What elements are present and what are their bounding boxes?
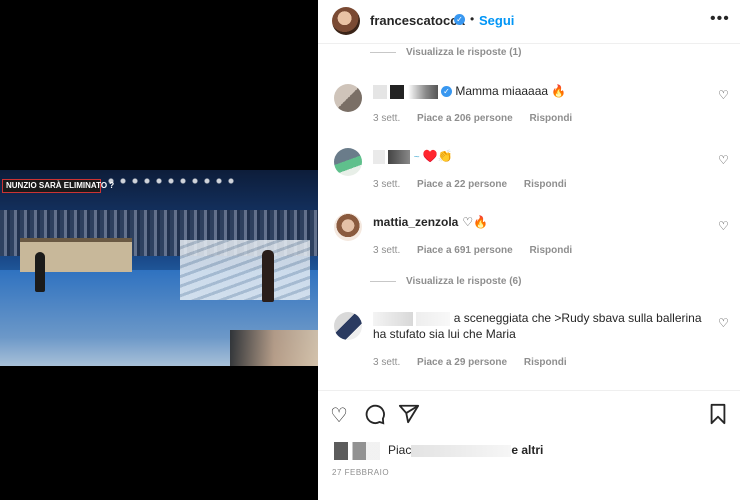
action-bar: ♡	[318, 390, 740, 436]
likes-summary[interactable]: Piac e altri	[332, 440, 732, 464]
comment-likes[interactable]: Piace a 29 persone	[417, 357, 507, 368]
comment-body: ~ ♥️👏	[373, 148, 453, 166]
heart-icon[interactable]: ♡	[718, 316, 729, 330]
person-figure	[35, 252, 45, 292]
avatar[interactable]	[334, 213, 362, 241]
reply-button[interactable]: Rispondi	[529, 113, 572, 124]
stage-lights	[105, 176, 235, 186]
view-replies-label: Visualizza le risposte (6)	[406, 276, 522, 287]
heart-icon[interactable]: ♡	[718, 219, 729, 233]
bookmark-icon[interactable]	[708, 403, 728, 431]
redacted-name	[390, 84, 405, 99]
redacted-name	[373, 84, 387, 99]
post-media: NUNZIO SARÀ ELIMINATO ?	[0, 0, 318, 500]
redacted-name	[411, 444, 512, 457]
comment-time: 3 sett.	[373, 357, 401, 368]
comment-time: 3 sett.	[373, 245, 401, 256]
comment-meta: 3 sett. Piace a 691 persone Rispondi	[373, 245, 586, 256]
redacted-name	[373, 149, 385, 164]
follow-button[interactable]: Segui	[479, 13, 514, 28]
post-header: francescatocca ✓ • Segui •••	[318, 0, 740, 44]
comment-likes[interactable]: Piace a 691 persone	[417, 245, 513, 256]
comment-meta: 3 sett. Piace a 29 persone Rispondi	[373, 357, 581, 368]
likes-prefix: Piac	[388, 443, 412, 457]
redacted-name	[416, 311, 451, 326]
stage-stairs	[180, 240, 310, 300]
comment-time: 3 sett.	[373, 179, 401, 190]
likes-text: Piac e altri	[388, 443, 543, 457]
divider	[370, 280, 396, 282]
redacted-name	[373, 311, 413, 326]
reply-button[interactable]: Rispondi	[529, 245, 572, 256]
verified-icon: ✓	[441, 86, 453, 98]
dancer-figure	[262, 250, 274, 302]
comments-panel: francescatocca ✓ • Segui ••• Visualizza …	[318, 0, 740, 500]
divider	[370, 51, 396, 53]
view-replies-label: Visualizza le risposte (1)	[406, 47, 522, 58]
comment-meta: 3 sett. Piace a 22 persone Rispondi	[373, 179, 581, 190]
comment-body: mattia_zenzola ♡🔥	[373, 214, 488, 230]
comment-meta: 3 sett. Piace a 206 persone Rispondi	[373, 113, 586, 124]
heart-icon[interactable]: ♡	[718, 153, 729, 167]
view-replies-link[interactable]: Visualizza le risposte (6)	[370, 276, 521, 287]
redacted-name	[388, 149, 411, 164]
verified-icon: ✓	[454, 14, 465, 25]
comment-likes[interactable]: Piace a 206 persone	[417, 113, 513, 124]
comment-body: a sceneggiata che >Rudy sbava sulla ball…	[373, 310, 703, 342]
comment-text: Mamma miaaaaa 🔥	[455, 84, 567, 98]
avatar[interactable]	[334, 312, 362, 340]
video-frame[interactable]: NUNZIO SARÀ ELIMINATO ?	[0, 170, 318, 366]
share-icon[interactable]	[398, 403, 420, 431]
likes-suffix[interactable]: e altri	[511, 443, 543, 457]
separator-dot: •	[470, 12, 475, 26]
post-username[interactable]: francescatocca	[370, 13, 465, 28]
avatar[interactable]	[332, 7, 360, 35]
comment-text: ♥️👏	[422, 149, 453, 163]
comment-username[interactable]: mattia_zenzola	[373, 215, 458, 229]
comment-time: 3 sett.	[373, 113, 401, 124]
more-icon[interactable]: •••	[710, 10, 730, 28]
comment-likes[interactable]: Piace a 22 persone	[417, 179, 507, 190]
comment-text: ♡🔥	[462, 215, 489, 229]
comment-icon[interactable]	[364, 403, 386, 431]
foreground-person	[230, 330, 318, 366]
liker-avatars	[334, 442, 380, 460]
reply-button[interactable]: Rispondi	[524, 357, 567, 368]
avatar[interactable]	[334, 148, 362, 176]
overlay-banner: NUNZIO SARÀ ELIMINATO ?	[2, 179, 114, 193]
reply-button[interactable]: Rispondi	[524, 179, 567, 190]
post-date: 27 FEBBRAIO	[332, 468, 390, 477]
decoration-icon: ~	[413, 152, 420, 163]
heart-icon[interactable]: ♡	[718, 88, 729, 102]
view-replies-link[interactable]: Visualizza le risposte (1)	[370, 47, 521, 58]
avatar[interactable]	[334, 84, 362, 112]
comment-body: ✓ Mamma miaaaaa 🔥	[373, 83, 566, 99]
redacted-name	[407, 84, 438, 99]
heart-icon[interactable]: ♡	[330, 403, 348, 428]
